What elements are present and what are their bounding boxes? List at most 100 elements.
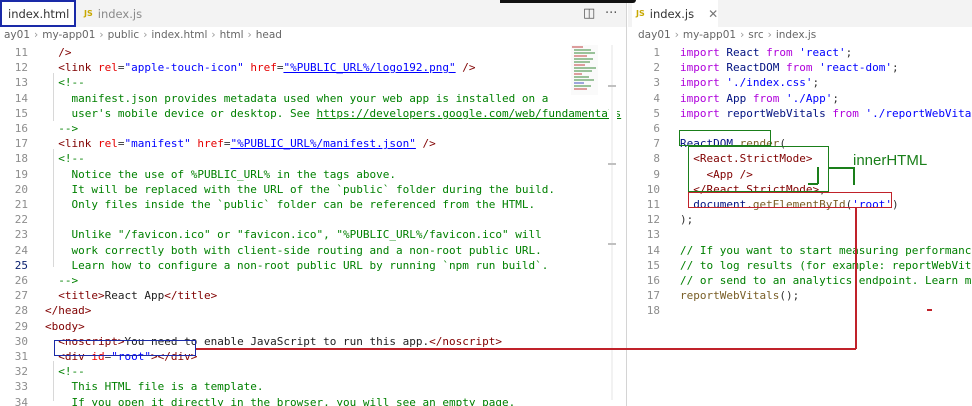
code-token: "%PUBLIC_URL%/manifest.json": [230, 137, 416, 151]
code-line[interactable]: 17 <link rel="manifest" href="%PUBLIC_UR…: [0, 136, 626, 151]
code-token: ;: [832, 91, 839, 105]
line-number: 5: [653, 106, 660, 120]
code-line[interactable]: 12);: [628, 212, 972, 227]
code-token: 'react': [792, 46, 846, 59]
code-token: href: [250, 61, 277, 75]
breadcrumb-item[interactable]: index.js: [776, 29, 816, 41]
code-line[interactable]: 19 Notice the use of %PUBLIC_URL% in the…: [0, 167, 626, 182]
code-token: ;: [812, 76, 820, 90]
breadcrumb-item[interactable]: public: [108, 29, 140, 41]
breadcrumb-item[interactable]: my-app01: [42, 29, 95, 41]
breadcrumb-item[interactable]: html: [220, 29, 244, 41]
code-text: import reportWebVitals from './reportWeb…: [680, 106, 972, 121]
tab-index-html[interactable]: index.html: [0, 0, 76, 27]
line-number: 11: [646, 198, 660, 211]
close-icon[interactable]: ✕: [708, 7, 718, 21]
code-line[interactable]: 15 user's mobile device or desktop. See …: [0, 106, 626, 121]
code-line[interactable]: 16 // or send to an analytics endpoint. L…: [628, 273, 972, 288]
code-token: If you open it directly in the browser, …: [45, 395, 516, 406]
line-number: 31: [14, 350, 28, 363]
line-number: 12: [14, 61, 28, 75]
code-token: />: [455, 61, 476, 75]
code-line[interactable]: 2 import ReactDOM from 'react-dom';: [628, 60, 972, 75]
code-line[interactable]: 3 import './index.css';: [628, 75, 972, 90]
tab-index-js[interactable]: JS index.js: [84, 0, 142, 27]
code-line[interactable]: 14 manifest.json provides metadata used …: [0, 91, 626, 106]
code-token: import: [680, 61, 720, 75]
code-token: <link: [45, 61, 98, 75]
code-token: https://developers.google.com/web/fundam…: [316, 106, 622, 120]
split-editor-icon[interactable]: ◫: [583, 0, 595, 27]
code-line[interactable]: 13 <!--: [0, 75, 626, 90]
code-line[interactable]: 33 This HTML file is a template.: [0, 379, 626, 394]
code-line[interactable]: 16 -->: [0, 121, 626, 136]
code-line[interactable]: 23 Unlike "/favicon.ico" or "favicon.ico…: [0, 227, 626, 242]
breadcrumb-item[interactable]: src: [748, 29, 763, 41]
line-number: 16: [646, 274, 660, 287]
code-line[interactable]: 18: [628, 303, 972, 318]
chevron-right-icon: ›: [767, 29, 772, 41]
code-line[interactable]: 11 />: [0, 45, 626, 60]
code-token: <!--: [45, 152, 85, 166]
code-text: reportWebVitals();: [680, 288, 799, 303]
code-line[interactable]: 27 <title>React App</title>: [0, 288, 626, 303]
breadcrumb-item[interactable]: ay01: [4, 29, 30, 41]
code-token: -->: [45, 274, 79, 287]
code-line[interactable]: 28 </head>: [0, 303, 626, 318]
code-line[interactable]: 15 // to log results (for example: report…: [628, 258, 972, 273]
line-number: 7: [653, 137, 660, 151]
jsx-highlight-box: [688, 146, 829, 192]
code-line[interactable]: 20 It will be replaced with the URL of t…: [0, 182, 626, 197]
code-text: );: [680, 212, 693, 227]
line-number: 27: [14, 289, 28, 303]
breadcrumb-item[interactable]: head: [256, 29, 282, 41]
code-line[interactable]: 1 import React from 'react';: [628, 45, 972, 60]
code-token: <link: [45, 137, 98, 151]
code-token: manifest.json provides metadata used whe…: [45, 91, 549, 105]
code-token: import: [680, 106, 720, 120]
code-line[interactable]: 12 <link rel="apple-touch-icon" href="%P…: [0, 60, 626, 75]
code-text: </head>: [45, 303, 91, 318]
breadcrumb-item[interactable]: my-app01: [683, 29, 736, 41]
chevron-right-icon: ›: [674, 29, 679, 41]
code-text: import ReactDOM from 'react-dom';: [680, 60, 899, 75]
breadcrumb-item[interactable]: index.html: [151, 29, 207, 41]
code-line[interactable]: 34 If you open it directly in the browse…: [0, 395, 626, 406]
code-line[interactable]: 32 <!--: [0, 364, 626, 379]
code-line[interactable]: 22: [0, 212, 626, 227]
code-line[interactable]: 18 <!--: [0, 151, 626, 166]
breadcrumb-item[interactable]: day01: [638, 29, 671, 41]
tab-index-js[interactable]: JS index.js ✕: [632, 0, 718, 27]
code-token: <body>: [45, 319, 85, 333]
line-number: 18: [14, 152, 28, 166]
code-token: <!--: [45, 365, 85, 379]
breadcrumb: ay01 › my-app01 › public › index.html › html › hea…: [0, 27, 626, 43]
code-text: Only files inside the `public` folder ca…: [45, 197, 535, 212]
code-line[interactable]: 26 -->: [0, 273, 626, 288]
code-token: 'react-dom': [812, 61, 892, 75]
code-editor[interactable]: 1 import React from 'react'; 2 import React…: [628, 43, 972, 406]
code-line[interactable]: 4 import App from './App';: [628, 91, 972, 106]
line-number: 19: [14, 167, 28, 181]
code-line[interactable]: 13: [628, 227, 972, 242]
code-token: This HTML file is a template.: [45, 380, 264, 394]
vertical-scrollbar[interactable]: [606, 45, 618, 400]
code-line[interactable]: 5 import reportWebVitals from './reportWe…: [628, 106, 972, 121]
code-text: <!--: [45, 151, 85, 166]
code-token: "apple-touch-icon": [124, 61, 244, 75]
line-number: 30: [14, 334, 28, 348]
code-line[interactable]: 29 <body>: [0, 319, 626, 334]
get-element-highlight-box: [688, 192, 892, 208]
code-line[interactable]: 25 Learn how to configure a non-root pub…: [0, 258, 626, 273]
code-text: import React from 'react';: [680, 45, 852, 60]
bracket-line: [817, 167, 819, 184]
line-number: 23: [14, 228, 28, 242]
more-actions-icon[interactable]: ···: [605, 0, 617, 27]
code-line[interactable]: 21 Only files inside the `public` folder…: [0, 197, 626, 212]
code-line[interactable]: 17 reportWebVitals();: [628, 288, 972, 303]
line-number: 15: [14, 106, 28, 120]
code-line[interactable]: 24 work correctly both with client-side …: [0, 243, 626, 258]
minimap[interactable]: [571, 45, 598, 95]
code-token: "%PUBLIC_URL%/logo192.png": [283, 61, 456, 75]
code-line[interactable]: 14 // If you want to start measuring perf…: [628, 243, 972, 258]
